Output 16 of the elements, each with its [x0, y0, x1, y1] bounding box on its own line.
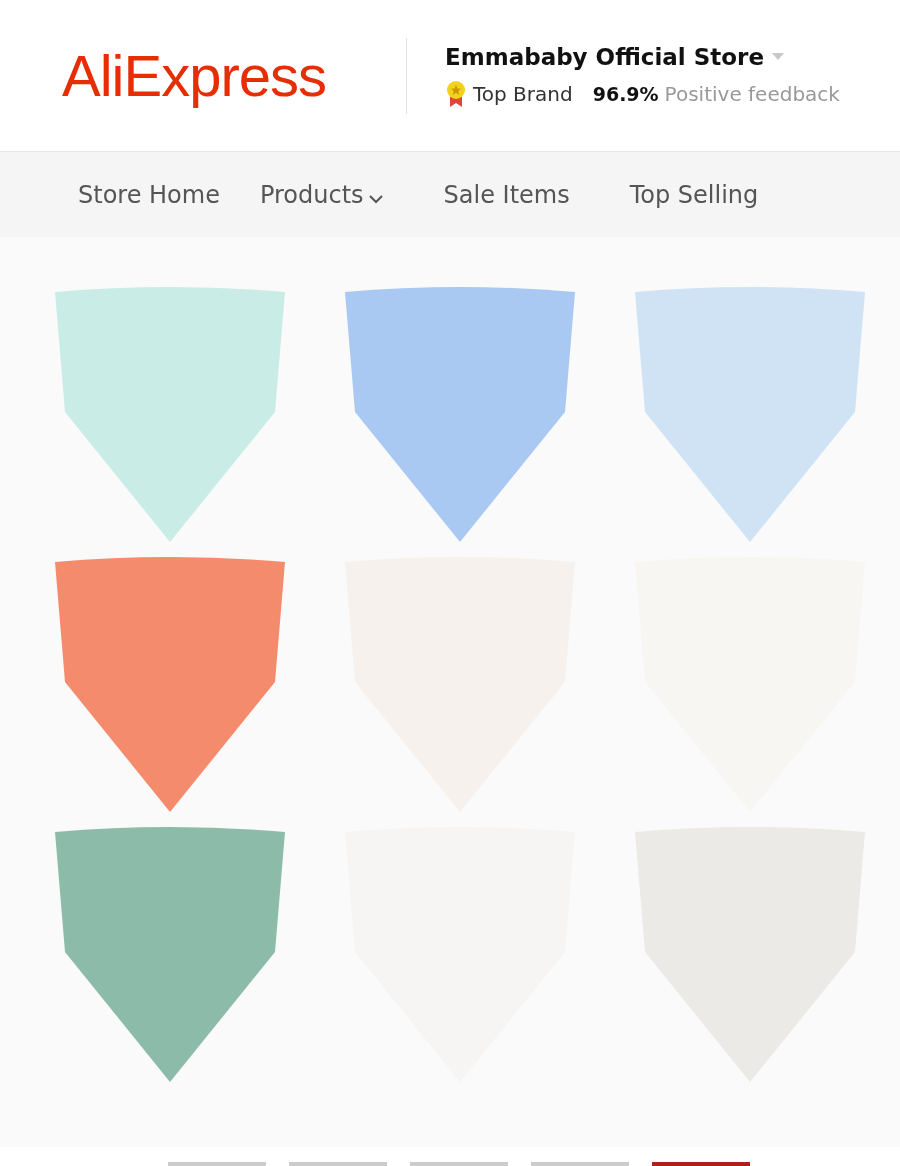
nav-link[interactable]: Store Home: [78, 180, 220, 209]
feedback-label: Positive feedback: [664, 81, 840, 106]
thumbnail-tab[interactable]: [168, 1162, 266, 1166]
nav-link[interactable]: Top Selling: [629, 180, 759, 209]
aliexpress-logo[interactable]: AliExpress: [62, 42, 362, 109]
feedback-percentage: 96.9%: [592, 82, 659, 105]
thumbnail-tab[interactable]: [531, 1162, 629, 1166]
top-brand-label: Top Brand: [473, 81, 573, 106]
nav-link[interactable]: Products: [259, 180, 384, 209]
thumbnail-tab[interactable]: [289, 1162, 387, 1166]
store-name[interactable]: Emmababy Official Store: [445, 43, 765, 70]
thumbnail-tab[interactable]: [410, 1162, 508, 1166]
caret-icon[interactable]: [772, 52, 785, 61]
nav-link[interactable]: Sale Items: [443, 180, 570, 209]
thumbnail-tab[interactable]: [652, 1162, 750, 1166]
medal-icon: [445, 79, 467, 108]
